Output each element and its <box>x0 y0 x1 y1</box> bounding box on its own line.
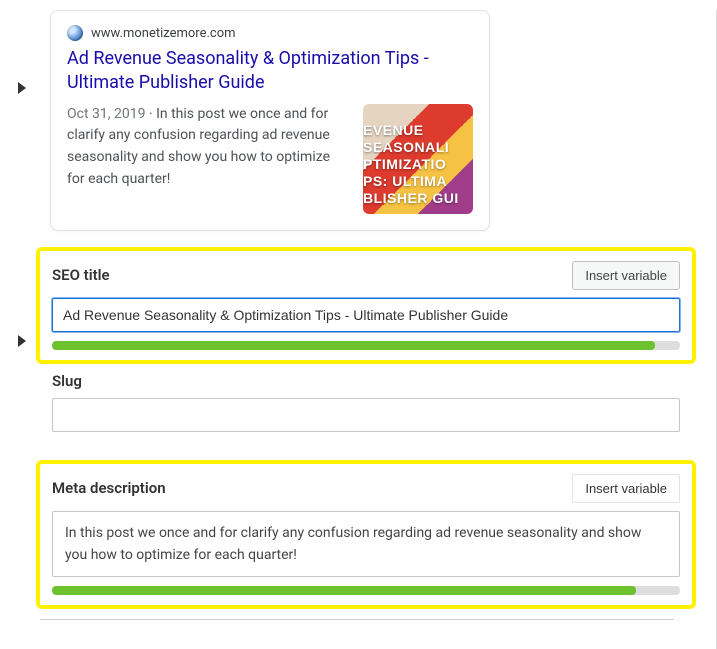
meta-description-section: Meta description Insert variable In this… <box>40 464 692 606</box>
preview-date: Oct 31, 2019 <box>67 106 145 122</box>
preview-title: Ad Revenue Seasonality & Optimization Ti… <box>67 47 473 96</box>
google-preview-card: www.monetizemore.com Ad Revenue Seasonal… <box>50 10 490 231</box>
preview-domain: www.monetizemore.com <box>91 26 236 41</box>
collapse-toggle-preview[interactable] <box>18 82 26 94</box>
thumb-line: EVENUE SEASONALI <box>363 122 449 155</box>
meta-label: Meta description <box>52 479 166 497</box>
collapse-toggle-fields[interactable] <box>18 335 26 347</box>
meta-progress <box>52 586 680 595</box>
seo-title-label: SEO title <box>52 266 110 284</box>
meta-header: Meta description Insert variable <box>52 474 680 503</box>
meta-progress-fill <box>52 586 636 595</box>
insert-variable-button-meta[interactable]: Insert variable <box>572 474 680 503</box>
seo-editor-panel: www.monetizemore.com Ad Revenue Seasonal… <box>0 10 717 649</box>
slug-input[interactable] <box>52 398 680 432</box>
seo-title-progress <box>52 341 680 350</box>
slug-header: Slug <box>52 372 680 390</box>
preview-domain-row: www.monetizemore.com <box>67 25 473 41</box>
globe-icon <box>67 25 83 41</box>
seo-title-input[interactable] <box>52 298 680 332</box>
thumb-line: BLISHER GUI <box>363 190 459 206</box>
thumbnail-text: EVENUE SEASONALI PTIMIZATIO PS: ULTIMA B… <box>363 122 469 207</box>
preview-thumbnail: EVENUE SEASONALI PTIMIZATIO PS: ULTIMA B… <box>363 104 473 214</box>
seo-title-header: SEO title Insert variable <box>52 261 680 290</box>
preview-description: Oct 31, 2019 · In this post we once and … <box>67 104 349 191</box>
seo-title-progress-fill <box>52 341 655 350</box>
insert-variable-button-seo[interactable]: Insert variable <box>572 261 680 290</box>
meta-description-input[interactable]: In this post we once and for clarify any… <box>52 511 680 578</box>
thumb-line: PS: ULTIMA <box>363 173 447 189</box>
slug-section: Slug <box>40 362 692 442</box>
thumb-line: PTIMIZATIO <box>363 156 446 172</box>
seo-title-section: SEO title Insert variable <box>40 251 692 360</box>
preview-sep: · <box>149 106 156 122</box>
section-divider <box>40 619 674 620</box>
slug-label: Slug <box>52 372 82 390</box>
preview-body: Oct 31, 2019 · In this post we once and … <box>67 104 473 214</box>
